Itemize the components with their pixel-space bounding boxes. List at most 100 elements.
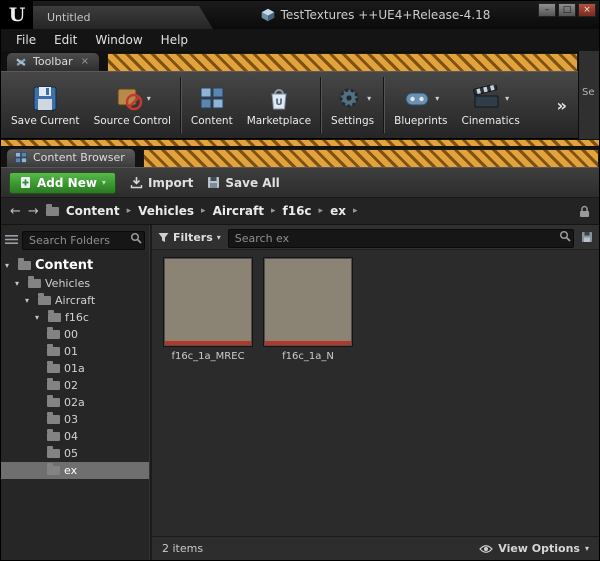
window-title-area: TestTextures ++UE4+Release-4.18	[213, 1, 538, 29]
folder-icon	[28, 276, 41, 288]
breadcrumb-separator: ▸	[270, 206, 276, 216]
toolbar-separator	[179, 77, 182, 133]
chevron-down-icon: ▾	[435, 93, 440, 103]
tree-item-01a[interactable]: 01a	[1, 360, 149, 377]
tree-item-label: f16c	[65, 311, 89, 324]
folder-icon	[47, 463, 60, 475]
toolbar-tab-label: Toolbar	[33, 55, 73, 68]
document-tab-label: Untitled	[47, 11, 91, 24]
blueprints-button[interactable]: ▾ Blueprints	[387, 80, 454, 130]
cube-icon	[261, 8, 274, 22]
save-all-button[interactable]: Save All	[207, 175, 280, 190]
tree-item-ex[interactable]: ex	[1, 462, 149, 479]
tree-item-label: 01a	[64, 362, 85, 375]
save-current-button[interactable]: Save Current	[4, 80, 87, 130]
content-drawer-icon	[200, 87, 224, 108]
marketplace-button[interactable]: U Marketplace	[240, 80, 318, 130]
breadcrumb-f16c[interactable]: f16c	[283, 204, 312, 218]
document-tab-untitled[interactable]: Untitled	[33, 6, 213, 29]
folder-icon	[47, 378, 60, 390]
back-button[interactable]: ←	[10, 205, 21, 218]
chevron-down-icon: ▾	[35, 313, 40, 322]
breadcrumb-content[interactable]: Content	[66, 204, 120, 218]
view-options-button[interactable]: View Options ▾	[479, 542, 589, 555]
asset-search-input[interactable]	[227, 228, 574, 248]
close-button[interactable]: ×	[578, 3, 596, 17]
toolbar-region: Toolbar × Save Current ▾ Source Control …	[1, 51, 599, 139]
save-search-icon[interactable]	[581, 231, 593, 243]
content-browser-action-bar: Add New ▾ Import Save All	[1, 168, 599, 198]
filters-button[interactable]: Filters ▾	[158, 231, 221, 244]
folder-icon	[38, 293, 51, 305]
breadcrumb-aircraft[interactable]: Aircraft	[213, 204, 264, 218]
chevron-down-icon: ▾	[15, 279, 20, 288]
folder-icon	[47, 412, 60, 424]
forward-button[interactable]: →	[28, 205, 39, 218]
tree-item-02[interactable]: 02	[1, 377, 149, 394]
tree-item-02a[interactable]: 02a	[1, 394, 149, 411]
eye-icon	[479, 544, 494, 553]
add-new-label: Add New	[37, 175, 97, 190]
tree-item-label: Aircraft	[55, 294, 96, 307]
menu-file[interactable]: File	[7, 31, 45, 49]
breadcrumb-separator: ▸	[318, 206, 324, 216]
svg-text:U: U	[275, 98, 282, 108]
cinematics-button[interactable]: ▾ Cinematics	[455, 80, 527, 130]
tree-item-vehicles[interactable]: ▾ Vehicles	[1, 275, 149, 292]
content-browser-tab[interactable]: Content Browser	[7, 149, 135, 167]
toolbar-tab[interactable]: Toolbar ×	[7, 53, 100, 71]
side-panel-clipped-label: Se	[582, 87, 595, 98]
breadcrumb-separator: ▸	[126, 206, 132, 216]
tree-item-04[interactable]: 04	[1, 428, 149, 445]
blueprints-icon	[405, 92, 429, 105]
tree-item-label: 05	[64, 447, 78, 460]
folders-search-input[interactable]	[22, 231, 145, 250]
chevron-down-icon: ▾	[216, 232, 221, 242]
tree-item-label: 00	[64, 328, 78, 341]
lock-icon[interactable]	[579, 205, 590, 218]
settings-button[interactable]: ▾ Settings	[324, 80, 381, 130]
source-control-button[interactable]: ▾ Source Control	[87, 80, 178, 130]
tree-item-03[interactable]: 03	[1, 411, 149, 428]
menu-help[interactable]: Help	[152, 31, 197, 49]
tree-item-f16c[interactable]: ▾ f16c	[1, 309, 149, 326]
add-new-button[interactable]: Add New ▾	[9, 171, 116, 194]
chevron-down-icon: ▾	[584, 544, 589, 553]
add-asset-icon	[21, 177, 30, 188]
content-browser-panel: Add New ▾ Import Save All ← → Content ▸ …	[1, 167, 599, 560]
menu-edit[interactable]: Edit	[45, 31, 86, 49]
tree-item-00[interactable]: 00	[1, 326, 149, 343]
import-button[interactable]: Import	[130, 176, 193, 190]
floppy-disk-icon	[208, 177, 220, 188]
save-all-label: Save All	[225, 175, 280, 190]
asset-view: Filters ▾ Search ex f16c_1a_MREC f16c_1a…	[152, 225, 599, 560]
tree-item-01[interactable]: 01	[1, 343, 149, 360]
breadcrumb-vehicles[interactable]: Vehicles	[138, 204, 194, 218]
folder-icon	[45, 203, 59, 216]
sources-search-row	[1, 225, 149, 253]
tree-item-05[interactable]: 05	[1, 445, 149, 462]
dock-stripes	[1, 139, 599, 147]
maximize-button[interactable]: □	[558, 3, 576, 17]
close-icon[interactable]: ×	[81, 56, 89, 67]
tree-item-content[interactable]: ▾ Content	[1, 255, 149, 275]
chevron-down-icon: ▾	[101, 178, 106, 187]
content-browser-icon	[15, 152, 27, 163]
breadcrumb-ex[interactable]: ex	[330, 204, 346, 218]
breadcrumb-separator: ▸	[201, 206, 206, 216]
texture-thumbnail	[263, 257, 353, 347]
search-icon	[130, 232, 142, 244]
chevron-down-icon: ▾	[146, 93, 151, 103]
toolbar-overflow-button[interactable]: »	[549, 96, 575, 115]
sources-toggle-icon[interactable]	[5, 234, 18, 245]
dock-stripes	[142, 149, 599, 167]
asset-tile[interactable]: f16c_1a_MREC	[162, 257, 254, 362]
menu-window[interactable]: Window	[86, 31, 151, 49]
docked-side-panel-edge[interactable]: Se	[578, 51, 599, 139]
asset-tile[interactable]: f16c_1a_N	[262, 257, 354, 362]
minimize-button[interactable]: –	[538, 3, 556, 17]
content-button[interactable]: Content	[184, 80, 240, 130]
tree-item-label: Content	[35, 257, 94, 273]
texture-thumbnail	[163, 257, 253, 347]
tree-item-aircraft[interactable]: ▾ Aircraft	[1, 292, 149, 309]
